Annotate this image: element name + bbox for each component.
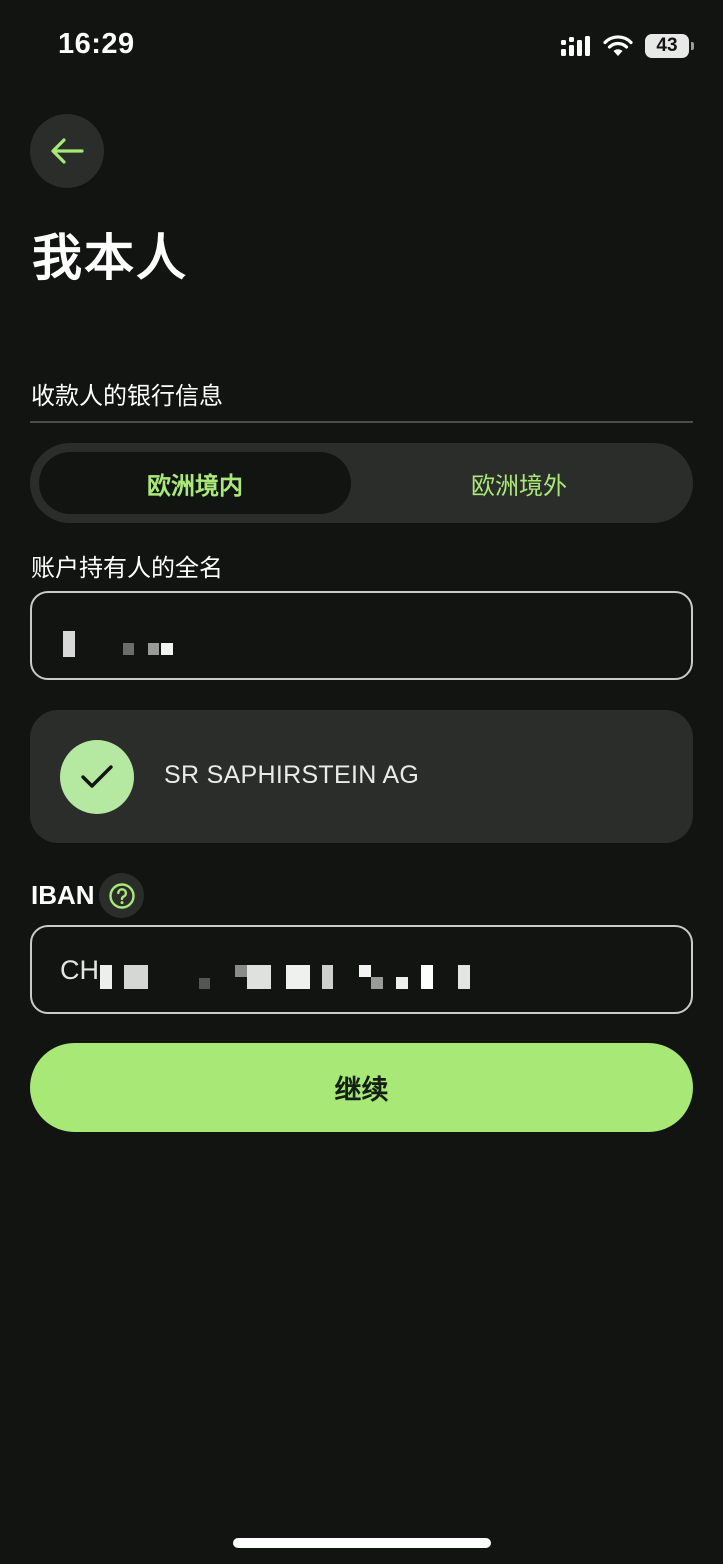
iban-label: IBAN (31, 880, 95, 910)
name-verification-card: SR SAPHIRSTEIN AG (30, 710, 693, 843)
verified-badge (60, 740, 134, 814)
section-label: 收款人的银行信息 (31, 382, 223, 410)
cellular-signal-icon (561, 36, 590, 56)
arrow-left-icon (51, 138, 84, 164)
checkmark-icon (81, 765, 113, 788)
question-circle-icon (108, 882, 135, 909)
region-segmented-control: 欧洲境内 欧洲境外 (30, 443, 693, 523)
tab-within-europe[interactable]: 欧洲境内 (39, 452, 351, 514)
page-title: 我本人 (32, 229, 188, 287)
status-time: 16:29 (58, 28, 135, 60)
transfer-recipient-screen: 16:29 43 我本人 收款人的银行信息 欧洲境内 欧洲境外 账户持有人的全名… (0, 0, 723, 1564)
continue-button[interactable]: 继续 (30, 1043, 693, 1132)
home-indicator (233, 1538, 491, 1548)
battery-icon: 43 (645, 34, 694, 58)
status-icons: 43 (561, 30, 694, 62)
iban-prefix: CH (60, 955, 99, 985)
divider (30, 421, 693, 423)
iban-input[interactable]: CH (30, 925, 693, 1014)
wifi-icon (603, 35, 633, 56)
battery-level: 43 (656, 35, 678, 56)
verified-account-name: SR SAPHIRSTEIN AG (164, 761, 420, 789)
iban-help-button[interactable] (99, 873, 144, 918)
back-button[interactable] (30, 114, 104, 188)
holder-name-label: 账户持有人的全名 (31, 554, 223, 582)
tab-outside-europe[interactable]: 欧洲境外 (363, 452, 675, 514)
holder-name-input[interactable] (30, 591, 693, 680)
